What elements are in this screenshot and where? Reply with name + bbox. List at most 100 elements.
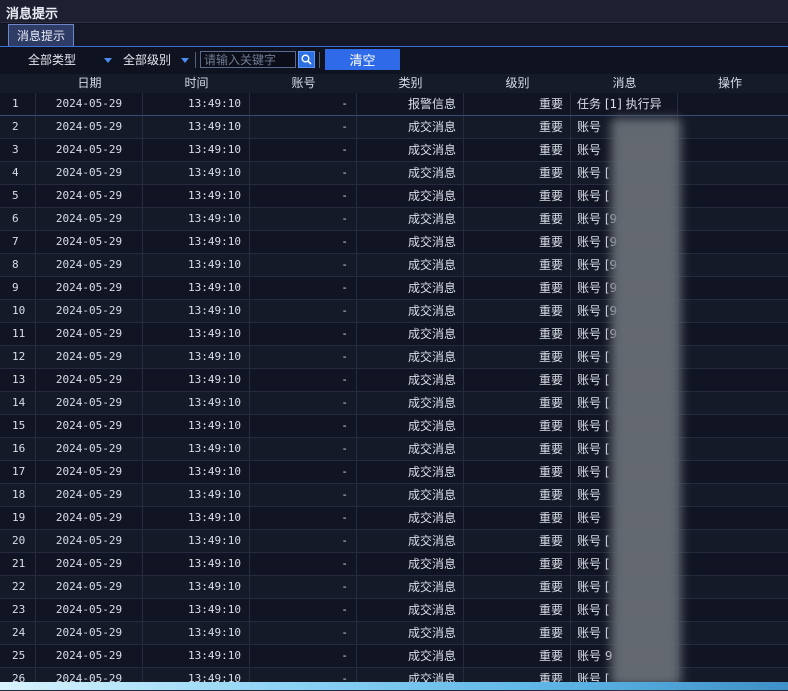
cell-account: - xyxy=(250,300,357,322)
cell-type: 成交消息 xyxy=(357,277,464,299)
column-header-message[interactable]: 消息 xyxy=(571,74,678,93)
cell-account: - xyxy=(250,622,357,644)
cell-date: 2024-05-29 xyxy=(36,369,143,391)
cell-index: 15 xyxy=(0,415,36,437)
cell-type: 成交消息 xyxy=(357,599,464,621)
cell-type: 成交消息 xyxy=(357,185,464,207)
cell-index: 4 xyxy=(0,162,36,184)
cell-date: 2024-05-29 xyxy=(36,139,143,161)
table-header: 日期 时间 账号 类别 级别 消息 操作 xyxy=(0,74,788,93)
column-header-time[interactable]: 时间 xyxy=(143,74,250,93)
cell-level: 重要 xyxy=(464,162,571,184)
cell-level: 重要 xyxy=(464,323,571,345)
cell-account: - xyxy=(250,576,357,598)
cell-time: 13:49:10 xyxy=(143,461,250,483)
cell-type: 成交消息 xyxy=(357,507,464,529)
clear-button[interactable]: 清空 xyxy=(325,49,400,70)
cell-time: 13:49:10 xyxy=(143,369,250,391)
cell-date: 2024-05-29 xyxy=(36,185,143,207)
cell-account: - xyxy=(250,530,357,552)
cell-action xyxy=(678,277,788,299)
cell-level: 重要 xyxy=(464,93,571,115)
cell-action xyxy=(678,185,788,207)
cell-time: 13:49:10 xyxy=(143,139,250,161)
column-header-level[interactable]: 级别 xyxy=(464,74,571,93)
cell-level: 重要 xyxy=(464,438,571,460)
cell-action xyxy=(678,139,788,161)
cell-date: 2024-05-29 xyxy=(36,622,143,644)
cell-type: 成交消息 xyxy=(357,369,464,391)
cell-time: 13:49:10 xyxy=(143,530,250,552)
table-row[interactable]: 1 2024-05-29 13:49:10- 报警信息 重要 任务 [1] 执行异 xyxy=(0,93,788,116)
cell-time: 13:49:10 xyxy=(143,553,250,575)
cell-level: 重要 xyxy=(464,300,571,322)
cell-level: 重要 xyxy=(464,392,571,414)
cell-date: 2024-05-29 xyxy=(36,277,143,299)
column-header-date[interactable]: 日期 xyxy=(36,74,143,93)
tab-messages[interactable]: 消息提示 xyxy=(8,24,74,46)
chevron-down-icon xyxy=(104,58,112,63)
cell-date: 2024-05-29 xyxy=(36,507,143,529)
cell-type: 成交消息 xyxy=(357,231,464,253)
cell-index: 23 xyxy=(0,599,36,621)
cell-type: 成交消息 xyxy=(357,300,464,322)
cell-time: 13:49:10 xyxy=(143,622,250,644)
type-filter-dropdown[interactable]: 全部类型 xyxy=(28,51,114,69)
cell-time: 13:49:10 xyxy=(143,599,250,621)
cell-date: 2024-05-29 xyxy=(36,553,143,575)
cell-date: 2024-05-29 xyxy=(36,254,143,276)
cell-action xyxy=(678,438,788,460)
cell-index: 13 xyxy=(0,369,36,391)
cell-index: 3 xyxy=(0,139,36,161)
cell-level: 重要 xyxy=(464,231,571,253)
cell-level: 重要 xyxy=(464,208,571,230)
search-input[interactable] xyxy=(200,51,296,68)
cell-date: 2024-05-29 xyxy=(36,231,143,253)
column-header-action[interactable]: 操作 xyxy=(678,74,782,93)
cell-account: - xyxy=(250,369,357,391)
cell-type: 成交消息 xyxy=(357,162,464,184)
cell-action xyxy=(678,162,788,184)
cell-type: 成交消息 xyxy=(357,645,464,667)
cell-account: - xyxy=(250,231,357,253)
cell-date: 2024-05-29 xyxy=(36,300,143,322)
cell-date: 2024-05-29 xyxy=(36,116,143,138)
cell-action xyxy=(678,622,788,644)
cell-index: 20 xyxy=(0,530,36,552)
cell-date: 2024-05-29 xyxy=(36,599,143,621)
cell-time: 13:49:10 xyxy=(143,208,250,230)
cell-level: 重要 xyxy=(464,139,571,161)
cell-time: 13:49:10 xyxy=(143,300,250,322)
cell-index: 11 xyxy=(0,323,36,345)
cell-action xyxy=(678,392,788,414)
cell-level: 重要 xyxy=(464,461,571,483)
column-header-type[interactable]: 类别 xyxy=(357,74,464,93)
cell-action xyxy=(678,530,788,552)
search-button[interactable] xyxy=(298,51,315,68)
cell-time: 13:49:10 xyxy=(143,277,250,299)
cell-index: 17 xyxy=(0,461,36,483)
cell-date: 2024-05-29 xyxy=(36,93,143,115)
cell-time: 13:49:10 xyxy=(143,392,250,414)
cell-account: - xyxy=(250,461,357,483)
bottom-edge xyxy=(0,682,788,690)
column-header-account[interactable]: 账号 xyxy=(250,74,357,93)
cell-index: 10 xyxy=(0,300,36,322)
cell-time: 13:49:10 xyxy=(143,254,250,276)
cell-date: 2024-05-29 xyxy=(36,208,143,230)
cell-index: 1 xyxy=(0,93,36,115)
cell-date: 2024-05-29 xyxy=(36,645,143,667)
cell-date: 2024-05-29 xyxy=(36,392,143,414)
cell-type: 成交消息 xyxy=(357,254,464,276)
cell-level: 重要 xyxy=(464,530,571,552)
cell-action xyxy=(678,576,788,598)
cell-index: 22 xyxy=(0,576,36,598)
cell-message: 任务 [1] 执行异 xyxy=(571,93,678,115)
cell-account: - xyxy=(250,438,357,460)
cell-date: 2024-05-29 xyxy=(36,323,143,345)
cell-time: 13:49:10 xyxy=(143,231,250,253)
cell-type: 成交消息 xyxy=(357,392,464,414)
level-filter-dropdown[interactable]: 全部级别 xyxy=(123,51,193,69)
cell-account: - xyxy=(250,484,357,506)
cell-type: 成交消息 xyxy=(357,346,464,368)
